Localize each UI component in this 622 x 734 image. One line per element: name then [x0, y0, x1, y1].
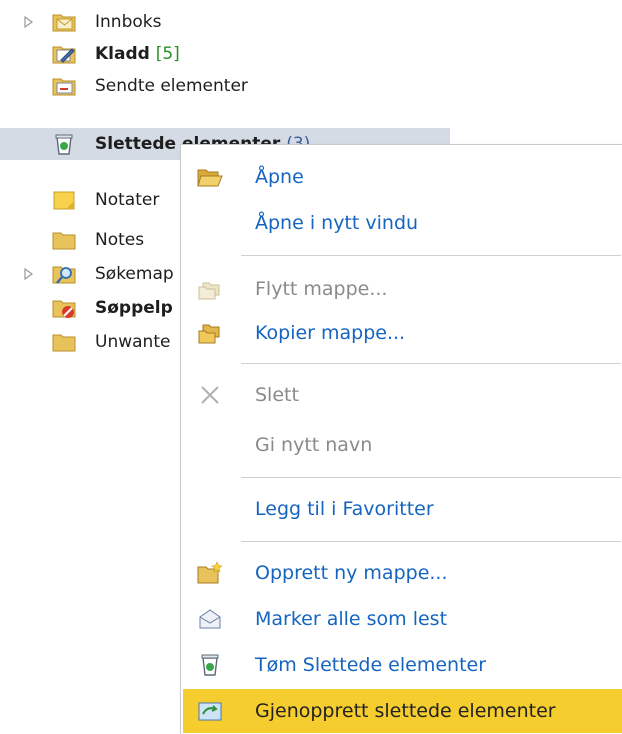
menu-item-add-to-favorites[interactable]: Legg til i Favoritter [183, 487, 622, 531]
menu-item-label: Gjenopprett slettede elementer [255, 700, 556, 722]
unread-count: [5] [155, 44, 180, 64]
menu-item-recover-deleted-items[interactable]: Gjenopprett slettede elementer [183, 689, 622, 733]
menu-item-label: Flytt mappe... [255, 278, 388, 300]
tree-item-label: Søppelp [95, 298, 173, 318]
recover-items-icon [198, 702, 222, 721]
menu-item-label: Åpne i nytt vindu [255, 212, 419, 234]
menu-item-label: Opprett ny mappe... [255, 562, 448, 584]
menu-item-copy-folder[interactable]: Kopier mappe... [183, 311, 622, 355]
new-folder-icon [197, 561, 223, 584]
tree-item-label: Kladd [5] [95, 44, 180, 64]
tree-item-innboks[interactable]: Innboks [0, 6, 450, 38]
menu-item-label: Slett [255, 384, 299, 406]
menu-separator [241, 541, 621, 542]
menu-item-mark-all-read[interactable]: Marker alle som lest [183, 597, 622, 641]
junk-folder-icon [52, 300, 76, 318]
menu-item-label: Legg til i Favoritter [255, 498, 434, 520]
menu-item-label: Marker alle som lest [255, 608, 448, 630]
menu-item-empty-deleted-items[interactable]: Tøm Slettede elementer [183, 643, 622, 687]
menu-item-label: Åpne [255, 166, 304, 188]
folder-icon [52, 232, 76, 250]
notes-icon [53, 191, 75, 210]
copy-folder-icon [198, 324, 220, 344]
mark-read-icon [199, 609, 221, 629]
open-folder-icon [197, 169, 223, 187]
tree-item-label: Innboks [95, 12, 162, 32]
delete-x-icon [201, 386, 219, 404]
empty-trash-icon [201, 654, 219, 676]
menu-item-delete[interactable]: Slett [183, 373, 622, 417]
expand-arrow-icon[interactable] [24, 268, 34, 280]
tree-item-label: Sendte elementer [95, 76, 248, 96]
inbox-folder-icon [52, 14, 76, 32]
menu-item-open[interactable]: Åpne [183, 155, 622, 199]
expand-arrow-icon[interactable] [24, 16, 34, 28]
menu-item-move-folder[interactable]: Flytt mappe... [183, 267, 622, 311]
tree-item-label: Søkemap [95, 264, 174, 284]
folder-icon [52, 334, 76, 352]
menu-separator [241, 363, 621, 364]
menu-item-open-new-window[interactable]: Åpne i nytt vindu [183, 201, 622, 245]
menu-separator [241, 477, 621, 478]
sent-folder-icon [52, 78, 76, 96]
tree-item-label: Notes [95, 230, 145, 250]
menu-item-label: Kopier mappe... [255, 322, 406, 344]
search-folder-icon [52, 266, 76, 284]
tree-item-label: Notater [95, 190, 160, 210]
menu-item-label: Gi nytt navn [255, 434, 373, 456]
move-folder-icon [198, 282, 220, 300]
tree-item-label: Unwante [95, 332, 171, 352]
folder-context-menu: Åpne Åpne i nytt vindu Flytt mappe... Ko… [180, 144, 622, 734]
deleted-items-icon [55, 134, 73, 155]
menu-item-label: Tøm Slettede elementer [255, 654, 487, 676]
tree-item-kladd[interactable]: Kladd [5] [0, 38, 450, 70]
tree-item-sendte-elementer[interactable]: Sendte elementer [0, 70, 450, 102]
menu-item-rename[interactable]: Gi nytt navn [183, 423, 622, 467]
menu-item-new-folder[interactable]: Opprett ny mappe... [183, 551, 622, 595]
drafts-folder-icon [52, 46, 76, 64]
menu-separator [241, 255, 621, 256]
